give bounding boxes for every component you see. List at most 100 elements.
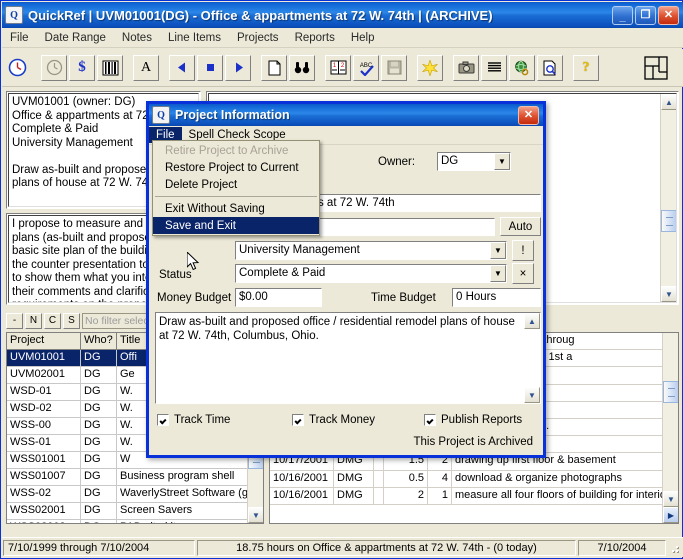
dialog-window-buttons: ✕ (518, 105, 543, 125)
close-button[interactable]: ✕ (658, 5, 679, 25)
dialog-options-row: Track Time Track Money Publish Reports T… (149, 410, 543, 458)
table-row[interactable]: 10/16/2001 DMG 2 1 measure all four floors o… (270, 487, 678, 505)
menu-retire-project-to-archive[interactable]: Retire Project to Archive (153, 142, 319, 159)
track-money-checkbox[interactable]: Track Money (292, 414, 375, 426)
clock-icon[interactable] (4, 55, 30, 81)
status-select[interactable]: Complete & Paid ▼ (235, 264, 507, 283)
menu-item-reports[interactable]: Reports (287, 30, 343, 46)
menu-item-help[interactable]: Help (343, 30, 383, 46)
column-header-who[interactable]: Who? (81, 333, 117, 349)
filter-none-button[interactable]: - (6, 312, 23, 329)
spellcheck-icon[interactable]: ABC (353, 54, 379, 81)
column-header-project[interactable]: Project (7, 333, 81, 349)
description-scrollbar[interactable]: ▲ ▼ (524, 313, 540, 403)
scroll-up-icon[interactable]: ▲ (661, 94, 676, 110)
cell-count: 4 (428, 470, 452, 487)
chevron-down-icon[interactable]: ▼ (494, 153, 510, 170)
maximize-button[interactable]: ❐ (635, 5, 656, 25)
scroll-thumb[interactable] (663, 381, 678, 403)
stop-icon[interactable] (197, 54, 223, 81)
window-buttons: _ ❐ ✕ (612, 5, 683, 25)
next-icon[interactable] (225, 54, 251, 81)
cell-project: WSS01001 (7, 452, 81, 468)
filter-c-button[interactable]: C (44, 312, 61, 329)
track-time-checkbox[interactable]: Track Time (157, 414, 230, 426)
scroll-down-icon[interactable]: ▼ (663, 491, 678, 507)
scroll-down-icon[interactable]: ▼ (524, 387, 540, 403)
table-row[interactable]: 10/16/2001 DMG 0.5 4 download & organize pho… (270, 470, 678, 488)
scroll-down-icon[interactable]: ▼ (661, 286, 676, 302)
menu-item-projects[interactable]: Projects (229, 30, 287, 46)
resize-grip-icon[interactable] (667, 541, 681, 555)
cell-gap (374, 487, 384, 504)
text-icon[interactable]: A (133, 54, 159, 81)
client-select[interactable]: University Management ▼ (235, 241, 507, 260)
cell-title: Screen Savers (120, 504, 193, 516)
filter-n-button[interactable]: N (25, 312, 42, 329)
cell-who: DG (81, 367, 117, 383)
menu-save-and-exit[interactable]: Save and Exit (153, 217, 319, 234)
timer-icon[interactable] (41, 54, 67, 81)
camera-icon[interactable] (453, 54, 479, 81)
dialog-close-button[interactable]: ✕ (518, 105, 539, 125)
description-textarea[interactable]: Draw as-built and proposed office / resi… (155, 312, 541, 404)
status-value: Complete & Paid (239, 267, 326, 279)
save-icon[interactable] (381, 54, 407, 81)
chevron-down-icon[interactable]: ▼ (490, 265, 506, 282)
help-icon[interactable]: ? (573, 54, 599, 81)
menu-item-notes[interactable]: Notes (114, 30, 160, 46)
cell-project: WSS-02 (7, 486, 81, 502)
table-row[interactable]: WSS01007 DG Business program shell (7, 469, 263, 486)
dollar-icon[interactable]: $ (69, 54, 95, 81)
project-title-field[interactable]: ents at 72 W. 74th (298, 194, 541, 212)
time-budget-field[interactable]: 0 Hours (452, 288, 541, 307)
menu-exit-without-saving[interactable]: Exit Without Saving (153, 200, 319, 217)
checkbox-icon (424, 414, 436, 426)
time-budget-label: Time Budget (371, 292, 436, 304)
status-clear-button[interactable]: × (512, 263, 534, 284)
menu-item-line-items[interactable]: Line Items (160, 30, 229, 46)
cell-who: DG (81, 503, 117, 519)
cell-date: 10/16/2001 (270, 470, 334, 487)
auto-button[interactable]: Auto (500, 217, 541, 236)
table-row[interactable]: WSS02001 DG Screen Savers (7, 503, 263, 520)
menu-item-file[interactable]: File (2, 30, 37, 46)
chevron-down-icon[interactable]: ▼ (490, 242, 506, 259)
scroll-thumb[interactable] (661, 210, 676, 232)
project-code-field[interactable] (298, 218, 495, 236)
numbers-icon[interactable]: 12 (325, 54, 351, 81)
money-budget-field[interactable]: $0.00 (235, 288, 322, 307)
menu-item-date-range[interactable]: Date Range (37, 30, 114, 46)
preview-icon[interactable] (537, 54, 563, 81)
toolbar: $ A 12 ABC ? (2, 49, 683, 87)
owner-select[interactable]: DG ▼ (437, 152, 511, 171)
list-icon[interactable] (481, 54, 507, 81)
publish-reports-checkbox[interactable]: Publish Reports (424, 414, 522, 426)
scroll-up-icon[interactable]: ▲ (524, 313, 540, 329)
scroll-right-icon[interactable]: ▶ (663, 507, 678, 523)
new-document-icon[interactable] (261, 54, 287, 81)
cell-title: PAD site kit (117, 520, 263, 523)
cell-description: download & organize photographs (455, 471, 622, 484)
table-row[interactable]: WSS-02 DG WaverlyStreet Software (ge (7, 486, 263, 503)
menu-restore-project-to-current[interactable]: Restore Project to Current (153, 159, 319, 176)
dialog-app-icon: Q (152, 106, 170, 124)
scroll-down-icon[interactable]: ▼ (248, 507, 263, 523)
filter-s-button[interactable]: S (63, 312, 80, 329)
table-row[interactable]: WSS02003DGPAD site kit (7, 520, 263, 523)
cell-hours: 0.5 (384, 470, 428, 487)
menu-delete-project[interactable]: Delete Project (153, 176, 319, 193)
web-icon[interactable] (509, 54, 535, 81)
owner-value: DG (441, 155, 459, 167)
find-icon[interactable] (289, 54, 315, 81)
previous-icon[interactable] (169, 54, 195, 81)
entry-grid-scrollbar[interactable]: ▼ ▶ (662, 333, 678, 523)
client-detail-button[interactable]: ! (512, 240, 534, 261)
archived-note: This Project is Archived (413, 436, 533, 448)
book-icon[interactable] (97, 54, 123, 81)
layout-icon[interactable] (643, 55, 669, 81)
cell-count: 1 (428, 487, 452, 504)
wizard-icon[interactable] (417, 54, 443, 81)
notes-scrollbar[interactable]: ▲ ▼ (660, 94, 676, 302)
minimize-button[interactable]: _ (612, 5, 633, 25)
